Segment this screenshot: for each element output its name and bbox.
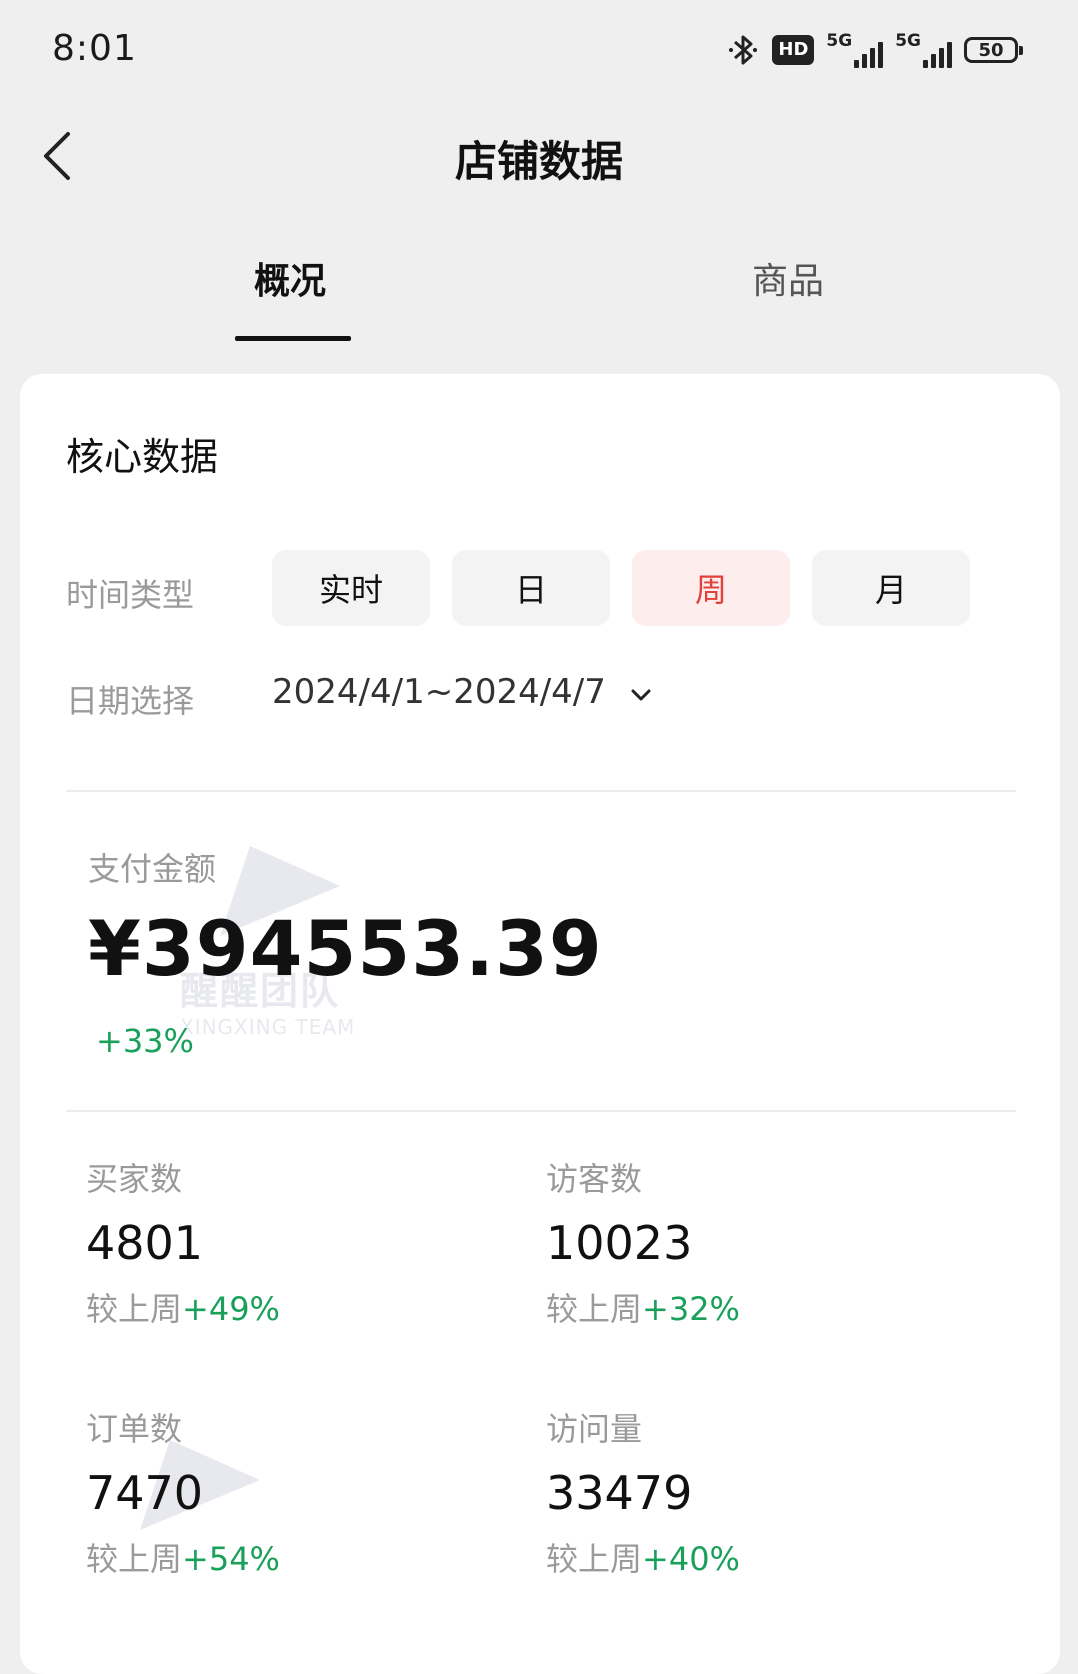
time-type-options: 实时 日 周 月 bbox=[272, 550, 970, 626]
metric-label: 访问量 bbox=[546, 1410, 643, 1448]
metric-label: 买家数 bbox=[86, 1160, 183, 1198]
metric-visits[interactable]: 访问量 33479 较上周+40% bbox=[546, 1404, 966, 1580]
network-type-label: 5G bbox=[895, 31, 921, 51]
signal-2-icon: 5G bbox=[895, 32, 952, 68]
status-icons: HD 5G 5G 50 bbox=[726, 30, 1023, 70]
page-title: 店铺数据 bbox=[454, 137, 623, 186]
metric-compare: 较上周+54% bbox=[86, 1540, 280, 1578]
metric-value: 7470 bbox=[86, 1466, 204, 1520]
time-type-realtime-button[interactable]: 实时 bbox=[272, 550, 430, 626]
time-type-week-button[interactable]: 周 bbox=[632, 550, 790, 626]
time-type-label: 时间类型 bbox=[66, 576, 195, 614]
date-range-dropdown[interactable]: 2024/4/1~2024/4/7 bbox=[272, 672, 654, 712]
divider bbox=[66, 1110, 1016, 1112]
hd-voice-icon: HD bbox=[772, 35, 815, 65]
metric-compare: 较上周+32% bbox=[546, 1290, 740, 1328]
bluetooth-icon bbox=[729, 35, 758, 65]
signal-1-icon: 5G bbox=[826, 31, 884, 68]
time-type-day-button[interactable]: 日 bbox=[452, 550, 610, 626]
payment-amount-value: ¥394553.39 bbox=[88, 904, 603, 993]
metric-value: 4801 bbox=[86, 1216, 204, 1270]
time-type-month-button[interactable]: 月 bbox=[812, 550, 970, 626]
network-type-label: 5G bbox=[826, 31, 853, 51]
date-range-value: 2024/4/1~2024/4/7 bbox=[272, 672, 606, 712]
active-tab-indicator bbox=[235, 336, 351, 341]
metric-label: 访客数 bbox=[546, 1160, 643, 1198]
tab-overview[interactable]: 概况 bbox=[230, 252, 350, 304]
payment-amount-label: 支付金额 bbox=[88, 850, 217, 888]
chevron-down-icon bbox=[631, 689, 651, 701]
tab-bar: 概况 商品 bbox=[0, 230, 1078, 341]
payment-change: +33% bbox=[96, 1022, 194, 1060]
status-time: 8:01 bbox=[52, 28, 137, 69]
battery-level: 50 bbox=[978, 39, 1004, 61]
nav-header: 店铺数据 bbox=[0, 100, 1078, 210]
divider bbox=[66, 790, 1016, 792]
status-bar: 8:01 HD 5G 5G 50 bbox=[0, 0, 1078, 100]
date-select-label: 日期选择 bbox=[66, 682, 195, 720]
metric-value: 33479 bbox=[546, 1466, 693, 1520]
metric-compare: 较上周+40% bbox=[546, 1540, 740, 1578]
metric-visitors[interactable]: 访客数 10023 较上周+32% bbox=[546, 1154, 966, 1330]
metric-compare: 较上周+49% bbox=[86, 1290, 280, 1328]
card-title: 核心数据 bbox=[66, 435, 219, 479]
metric-label: 订单数 bbox=[86, 1410, 183, 1448]
battery-icon: 50 bbox=[964, 37, 1023, 63]
tab-products[interactable]: 商品 bbox=[728, 252, 848, 304]
core-data-card: 核心数据 时间类型 实时 日 周 月 日期选择 2024/4/1~2024/4/… bbox=[20, 374, 1060, 1674]
metric-buyers[interactable]: 买家数 4801 较上周+49% bbox=[86, 1154, 506, 1330]
metric-orders[interactable]: 订单数 7470 较上周+54% bbox=[86, 1404, 506, 1580]
metric-value: 10023 bbox=[546, 1216, 693, 1270]
